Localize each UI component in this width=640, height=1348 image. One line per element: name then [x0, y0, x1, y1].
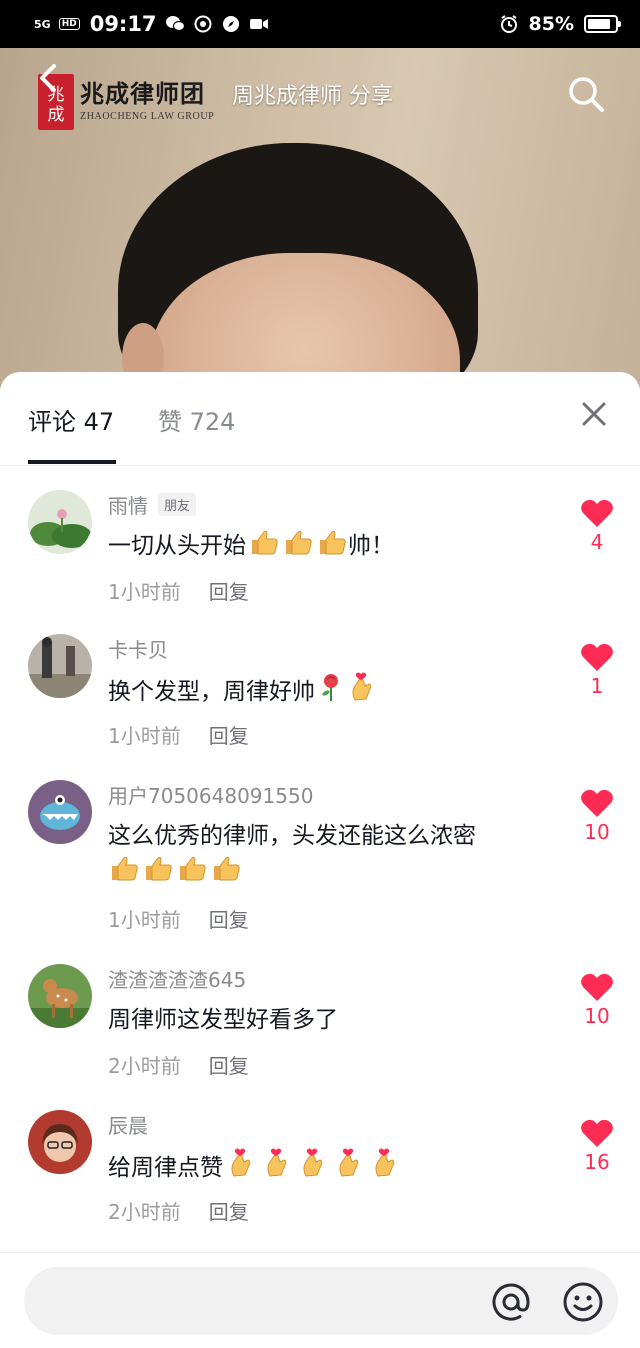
- reply-button[interactable]: 回复: [209, 908, 249, 932]
- hd-badge: HD: [58, 18, 80, 30]
- clock: 09:17: [89, 12, 157, 36]
- svg-text:成: 成: [48, 105, 65, 125]
- comment-time: 2小时前: [108, 1054, 181, 1078]
- avatar[interactable]: [28, 780, 92, 844]
- comment-time: 1小时前: [108, 908, 181, 932]
- comment-time: 1小时前: [108, 580, 181, 604]
- comment-time: 1小时前: [108, 724, 181, 748]
- comment-body: 这么优秀的律师，头发还能这么浓密: [108, 823, 476, 849]
- comment-text: 周律师这发型好看多了: [108, 1002, 548, 1038]
- like-button[interactable]: 10: [574, 972, 620, 1028]
- comment-text: 给周律点赞: [108, 1148, 548, 1189]
- back-icon: [40, 64, 56, 92]
- reply-button[interactable]: 回复: [209, 1054, 249, 1078]
- like-count: 10: [584, 820, 610, 844]
- emoji-button[interactable]: [562, 1281, 604, 1323]
- comment-time: 2小时前: [108, 1200, 181, 1224]
- comment-text: 一切从头开始 帅！: [108, 528, 548, 567]
- close-button[interactable]: [578, 398, 610, 430]
- battery-percentage: 85%: [528, 13, 574, 35]
- comment-body: 换个发型，周律好帅: [108, 679, 315, 705]
- comment-username[interactable]: 雨情: [108, 494, 148, 518]
- tab-comments[interactable]: 评论 47: [28, 402, 114, 437]
- comment-text: 换个发型，周律好帅: [108, 672, 548, 713]
- battery-icon: [584, 15, 621, 33]
- wechat-icon: [165, 14, 185, 34]
- search-icon: [569, 77, 604, 112]
- reply-button[interactable]: 回复: [209, 724, 249, 748]
- comment-username[interactable]: 用户7050648091550: [108, 784, 313, 808]
- avatar[interactable]: [28, 1110, 92, 1174]
- thumbs-up-emoji: [210, 854, 242, 893]
- heart-icon: [581, 789, 613, 817]
- active-tab-indicator: [28, 460, 116, 464]
- reply-button[interactable]: 回复: [209, 1200, 249, 1224]
- heart-icon: [581, 973, 613, 1001]
- comment-text: 这么优秀的律师，头发还能这么浓密: [108, 818, 548, 893]
- friend-badge: 朋友: [158, 493, 197, 516]
- comment-body: 给周律点赞: [108, 1155, 223, 1181]
- avatar[interactable]: [28, 964, 92, 1028]
- at-icon: [492, 1283, 530, 1321]
- compass-icon: [221, 14, 241, 34]
- like-count: 4: [590, 530, 604, 554]
- alarm-icon: [499, 14, 519, 34]
- thumbs-up-emoji: [316, 528, 348, 567]
- like-count: 10: [584, 1004, 610, 1028]
- comment-username[interactable]: 卡卡贝: [108, 638, 168, 662]
- network-indicator: 5G: [34, 17, 51, 31]
- comment-username[interactable]: 渣渣渣渣渣645: [108, 968, 246, 992]
- thumbs-up-emoji: [142, 854, 174, 893]
- finger-heart-emoji: [347, 672, 375, 713]
- like-button[interactable]: 1: [574, 642, 620, 698]
- comment-input-bar: [0, 1252, 640, 1348]
- heart-icon: [581, 1119, 613, 1147]
- comment-body: 一切从头开始: [108, 533, 246, 559]
- thumbs-up-emoji: [248, 528, 280, 567]
- comment-body-suffix: 帅！: [348, 533, 394, 559]
- like-button[interactable]: 16: [574, 1118, 620, 1174]
- like-button[interactable]: 10: [574, 788, 620, 844]
- comment-username[interactable]: 辰晨: [108, 1114, 148, 1138]
- emoji-icon: [563, 1282, 603, 1322]
- finger-heart-emoji: [369, 1148, 399, 1189]
- avatar[interactable]: [28, 634, 92, 698]
- thumbs-up-emoji: [108, 854, 140, 893]
- app-notification-icon: [193, 14, 213, 34]
- thumbs-up-emoji: [176, 854, 208, 893]
- tab-likes[interactable]: 赞 724: [158, 402, 235, 437]
- reply-button[interactable]: 回复: [209, 580, 249, 604]
- like-count: 1: [590, 674, 604, 698]
- video-title: 周兆成律师 分享: [232, 84, 393, 109]
- status-bar: 5G HD 09:17 85%: [0, 0, 640, 48]
- logo-name-en: ZHAOCHENG LAW GROUP: [80, 111, 215, 122]
- heart-icon: [581, 643, 613, 671]
- thumbs-up-emoji: [282, 528, 314, 567]
- finger-heart-emoji: [333, 1148, 363, 1189]
- like-count: 16: [584, 1150, 610, 1174]
- heart-icon: [581, 499, 613, 527]
- finger-heart-emoji: [225, 1148, 255, 1189]
- close-icon: [582, 402, 606, 426]
- comment-body: 周律师这发型好看多了: [108, 1007, 338, 1033]
- comment-sheet: 评论 47 赞 724 雨情 朋友 一切从头开始 帅！ 1小时前 回复 4 卡卡贝 换…: [0, 372, 640, 1348]
- avatar[interactable]: [28, 490, 92, 554]
- video-recording-icon: [249, 14, 269, 34]
- mention-button[interactable]: [490, 1281, 532, 1323]
- logo-name-cn: 兆成律师团: [80, 79, 205, 108]
- video-player[interactable]: 兆成 兆成律师团 ZHAOCHENG LAW GROUP 周兆成律师 分享: [0, 48, 640, 388]
- finger-heart-emoji: [297, 1148, 327, 1189]
- like-button[interactable]: 4: [574, 498, 620, 554]
- back-button[interactable]: [30, 56, 70, 100]
- finger-heart-emoji: [261, 1148, 291, 1189]
- search-button[interactable]: [566, 74, 606, 114]
- rose-emoji: [317, 672, 345, 713]
- comment-tabs: 评论 47 赞 724: [0, 372, 640, 466]
